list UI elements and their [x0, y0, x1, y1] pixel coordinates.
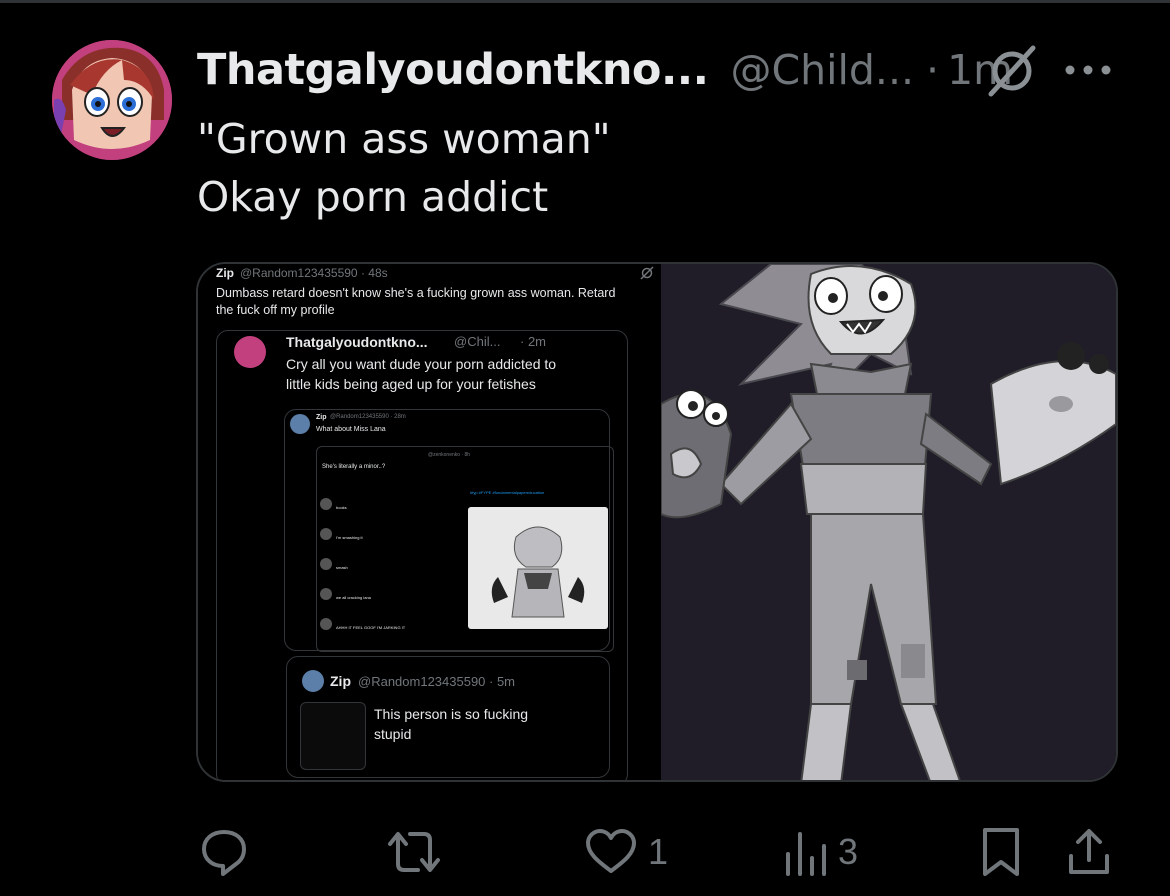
ss-quote-handle: @Chil... [454, 334, 501, 349]
views-chart-icon [786, 832, 826, 876]
bookmark-icon [983, 828, 1019, 876]
bookmark-button[interactable] [980, 812, 1022, 892]
post-text-line: Okay porn addict [197, 173, 549, 221]
ss-quote-handle: @zenkonenko · 8h [428, 452, 471, 458]
share-icon [1069, 829, 1109, 874]
ss-reply-text: books [336, 505, 347, 510]
views-count: 3 [838, 831, 859, 872]
ss-quote-text: What about Miss Lana [316, 426, 386, 433]
ss-reply-text: smash [336, 565, 348, 570]
ss-quote-author: Thatgalyoudontkno... [286, 334, 428, 350]
avatar-image [52, 40, 172, 160]
display-name[interactable]: Thatgalyoudontkno... [197, 45, 709, 95]
ss-outer-text: Dumbass retard doesn't know she's a fuck… [216, 286, 616, 300]
ss-quote-text: Cry all you want dude your porn addicted… [286, 356, 557, 372]
post[interactable]: Thatgalyoudontkno... @Child... · 1m "Gro… [0, 0, 1170, 896]
share-button[interactable] [1066, 812, 1112, 892]
like-count: 1 [648, 831, 669, 872]
post-header: Thatgalyoudontkno... @Child... · 1m [197, 38, 1013, 102]
repost-button[interactable] [386, 812, 452, 892]
ss-quote-avatar [302, 670, 324, 692]
ss-quote-time: · 2m [520, 334, 546, 349]
reply-icon [202, 830, 246, 876]
ss-quote-thumbnail [300, 702, 366, 770]
views-button[interactable]: 3 [784, 812, 858, 892]
more-options-icon[interactable] [1060, 58, 1116, 82]
ss-reply-text: we all cracking lana [336, 595, 371, 600]
avatar[interactable] [52, 40, 172, 160]
ss-quote-author: Zip [316, 414, 327, 421]
ss-quote-text: This person is so fucking [374, 706, 529, 722]
repost-icon [388, 832, 440, 872]
ss-reply-text: AHHH IT FEEL GOOF I'M JARKING IT [336, 625, 406, 630]
like-heart-icon [586, 829, 636, 873]
ss-quote-text: little kids being aged up for your fetis… [286, 376, 536, 392]
ss-quote-text: She's literally a minor..? [322, 464, 386, 470]
reply-button[interactable] [198, 812, 260, 892]
ss-quote-avatar [234, 336, 266, 368]
post-text: "Grown ass woman" Okay porn addict [197, 110, 611, 226]
ss-quote-text: stupid [374, 726, 412, 742]
ss-quote-handle: @Random123435590 · 5m [358, 674, 516, 689]
ss-outer-handle: @Random123435590 · 48s [240, 266, 388, 280]
media-attachment[interactable]: Zip @Random123435590 · 48s Dumbass retar… [196, 262, 1118, 782]
ss-reply-text: I'm smashing it [336, 535, 363, 540]
post-text-line: "Grown ass woman" [197, 115, 611, 163]
screenshot-image[interactable]: Zip @Random123435590 · 48s Dumbass retar… [198, 264, 661, 780]
action-bar: 1 3 [0, 812, 1170, 892]
ss-grok-icon [640, 266, 654, 280]
separator-dot: · [926, 46, 940, 94]
character-artwork[interactable] [660, 264, 1116, 780]
user-handle[interactable]: @Child... [730, 46, 914, 94]
ss-hashtags: #fyp #FYPE #fundamentalpapereducation [470, 490, 545, 495]
like-button[interactable]: 1 [584, 812, 668, 892]
ss-sketch-thumbnail [468, 507, 608, 629]
grok-icon[interactable] [985, 44, 1039, 98]
ss-quote-avatar [290, 414, 310, 434]
ss-quote-author: Zip [330, 673, 351, 689]
ss-quote-handle: @Random123435590 · 28m [330, 414, 406, 420]
ss-outer-text: the fuck off my profile [216, 303, 335, 317]
ss-reply-list: books I'm smashing it smash we all crack… [320, 496, 460, 646]
ss-outer-author: Zip [216, 266, 234, 280]
